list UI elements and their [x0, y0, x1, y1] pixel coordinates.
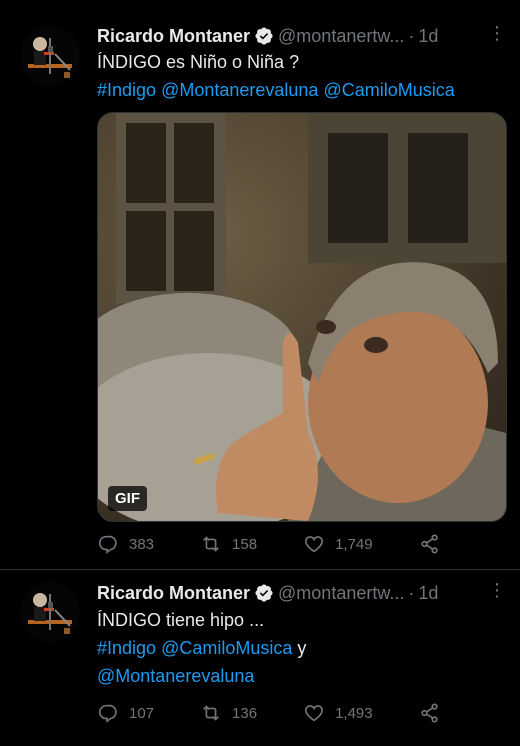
share-icon	[420, 534, 438, 554]
tweet-header: Ricardo Montaner @montanertw... · 1d ⋮	[97, 23, 506, 49]
retweet-count: 158	[232, 535, 258, 553]
avatar[interactable]	[20, 582, 80, 642]
heart-icon	[305, 705, 324, 722]
tweet-header: Ricardo Montaner @montanertw... · 1d ⋮	[97, 580, 506, 606]
reply-count: 107	[129, 704, 155, 722]
mention-link[interactable]: @CamiloMusica	[323, 80, 454, 100]
reply-count: 383	[129, 535, 155, 553]
author-handle[interactable]: @montanertw...	[278, 583, 404, 604]
tweet-text-line: #Indigo @CamiloMusica y	[97, 634, 506, 662]
tweet-text-line: ÍNDIGO tiene hipo ...	[97, 610, 265, 630]
mention-link[interactable]: @Montanerevaluna	[161, 80, 318, 100]
tweet[interactable]: Ricardo Montaner @montanertw... · 1d ⋮ Í…	[0, 0, 520, 570]
author-name[interactable]: Ricardo Montaner	[97, 26, 250, 47]
share-icon	[420, 703, 438, 723]
avatar[interactable]	[20, 26, 80, 86]
verified-badge-icon	[255, 584, 273, 602]
reply-icon	[98, 535, 117, 554]
reply-icon	[98, 704, 117, 723]
retweet-icon	[203, 536, 219, 552]
gif-badge: GIF	[108, 486, 147, 511]
like-count: 1,749	[335, 535, 373, 553]
hashtag-link[interactable]: #Indigo	[97, 638, 156, 658]
author-name[interactable]: Ricardo Montaner	[97, 583, 250, 604]
tweet-actions: 107 136 1,493	[97, 702, 497, 724]
gif-media[interactable]: GIF	[97, 112, 507, 522]
retweet-button[interactable]: 136	[200, 702, 257, 724]
tweet[interactable]: Ricardo Montaner @montanertw... · 1d ⋮ Í…	[0, 570, 520, 746]
hashtag-link[interactable]: #Indigo	[97, 80, 156, 100]
author-handle[interactable]: @montanertw...	[278, 26, 404, 47]
tweet-actions: 383 158 1,749	[97, 533, 497, 555]
like-button[interactable]: 1,749	[303, 533, 373, 555]
more-options-icon[interactable]: ⋮	[488, 580, 506, 601]
retweet-count: 136	[232, 704, 258, 722]
tweet-text-line: @Montanerevaluna	[97, 662, 506, 690]
tweet-timestamp[interactable]: 1d	[418, 583, 438, 604]
separator-dot: ·	[408, 25, 415, 46]
like-button[interactable]: 1,493	[303, 702, 373, 724]
gif-preview-image	[98, 113, 506, 521]
separator-dot: ·	[408, 582, 415, 603]
reply-button[interactable]: 383	[97, 533, 154, 555]
mention-link[interactable]: @CamiloMusica	[161, 638, 292, 658]
like-count: 1,493	[335, 704, 373, 722]
verified-badge-icon	[255, 27, 273, 45]
tweet-text-line: ÍNDIGO es Niño o Niña ?	[97, 52, 300, 72]
tweet-text: ÍNDIGO es Niño o Niña ? #Indigo @Montane…	[97, 48, 506, 104]
mention-link[interactable]: @Montanerevaluna	[97, 666, 254, 686]
retweet-button[interactable]: 158	[200, 533, 257, 555]
more-options-icon[interactable]: ⋮	[488, 23, 506, 44]
reply-button[interactable]: 107	[97, 702, 154, 724]
tweet-text-line: #Indigo @Montanerevaluna @CamiloMusica	[97, 76, 506, 104]
tweet-timestamp[interactable]: 1d	[418, 26, 438, 47]
joiner-text: y	[297, 638, 307, 658]
heart-icon	[305, 536, 324, 553]
share-button[interactable]	[419, 702, 451, 724]
retweet-icon	[203, 705, 219, 721]
tweet-text: ÍNDIGO tiene hipo ... #Indigo @CamiloMus…	[97, 606, 506, 690]
share-button[interactable]	[419, 533, 451, 555]
